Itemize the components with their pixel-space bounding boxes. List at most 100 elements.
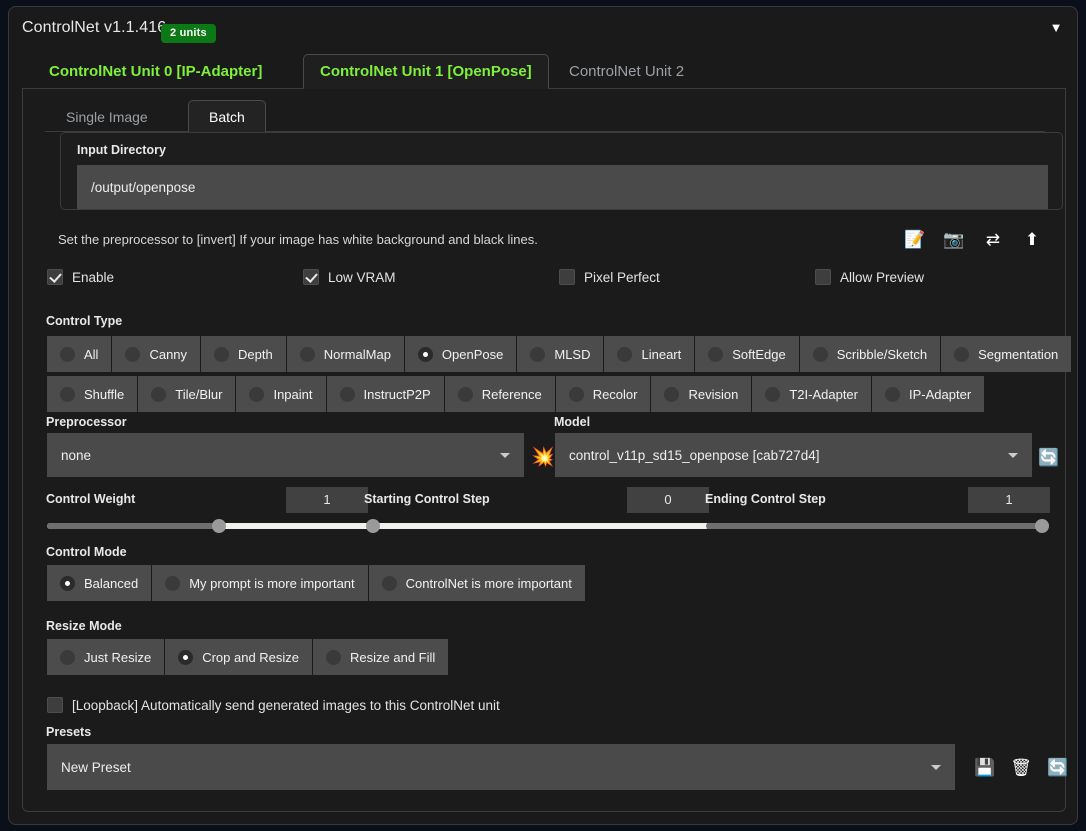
panel-header: ControlNet v1.1.416 2 units ▼ <box>9 7 1077 51</box>
radio-label: InstructP2P <box>363 386 431 402</box>
slider-thumb[interactable] <box>1035 519 1049 533</box>
control-type-reference[interactable]: Reference <box>444 376 555 412</box>
unit-body: Single Image Batch Input Directory Set t… <box>22 89 1072 812</box>
radio-dot <box>708 346 724 362</box>
control-mode-row: Balanced My prompt is more important Contr… <box>47 565 585 601</box>
control-type-mlsd[interactable]: MLSD <box>517 336 604 372</box>
ending-control-step-slider[interactable] <box>706 519 1049 533</box>
tab-batch[interactable]: Batch <box>188 100 266 133</box>
checkbox-loopback[interactable]: [Loopback] Automatically send generated … <box>47 697 500 713</box>
slider-fill <box>706 523 1049 529</box>
checkbox-low-vram[interactable]: Low VRAM <box>303 269 396 285</box>
control-type-depth[interactable]: Depth <box>201 336 286 372</box>
save-icon[interactable]: 💾 <box>974 757 996 779</box>
control-type-revision[interactable]: Revision <box>651 376 752 412</box>
radio-label: Segmentation <box>978 346 1059 362</box>
tab-single-image[interactable]: Single Image <box>45 100 169 133</box>
control-type-row-1: All Canny Depth NormalMap OpenPose MLSD Linear… <box>47 336 1072 372</box>
control-type-canny[interactable]: Canny <box>112 336 201 372</box>
checkbox-enable[interactable]: Enable <box>47 269 114 285</box>
input-directory-field[interactable] <box>77 165 1048 209</box>
presets-value: New Preset <box>61 759 131 775</box>
radio-label: MLSD <box>554 346 591 362</box>
option-checkbox-row: Enable Low VRAM Pixel Perfect Allow Prev… <box>23 269 1065 291</box>
slider-thumb[interactable] <box>366 519 380 533</box>
explosion-icon[interactable]: 💥 <box>531 447 555 469</box>
control-type-normalmap[interactable]: NormalMap <box>286 336 404 372</box>
preprocessor-dropdown[interactable]: none <box>47 433 524 477</box>
radio-dot <box>381 575 397 591</box>
radio-label: IP-Adapter <box>909 386 972 402</box>
tab-controlnet-unit-2[interactable]: ControlNet Unit 2 <box>552 54 701 89</box>
presets-dropdown[interactable]: New Preset <box>47 744 955 790</box>
unit-tab-strip: ControlNet Unit 0 [IP-Adapter] ControlNe… <box>22 54 1066 89</box>
starting-control-step-value[interactable] <box>627 487 709 513</box>
slider-thumb[interactable] <box>211 519 226 533</box>
preprocessor-hint: Set the preprocessor to [invert] If your… <box>58 232 538 247</box>
control-mode-balanced[interactable]: Balanced <box>47 565 152 601</box>
control-mode-controlnet-is-more-important[interactable]: ControlNet is more important <box>368 565 585 601</box>
control-type-ip-adapter[interactable]: IP-Adapter <box>872 376 985 412</box>
radio-dot <box>60 346 75 362</box>
camera-icon[interactable]: 📷 <box>943 229 965 251</box>
trash-icon[interactable]: 🗑 <box>1010 757 1032 779</box>
control-type-openpose[interactable]: OpenPose <box>404 336 517 372</box>
resize-mode-crop-and-resize[interactable]: Crop and Resize <box>165 639 313 675</box>
upload-arrow-icon[interactable]: ⬆ <box>1021 229 1043 251</box>
tab-controlnet-unit-1[interactable]: ControlNet Unit 1 [OpenPose] <box>303 54 549 89</box>
refresh-icon[interactable]: 🔄 <box>1047 757 1069 779</box>
tab-controlnet-unit-0[interactable]: ControlNet Unit 0 [IP-Adapter] <box>32 54 279 89</box>
control-type-inpaint[interactable]: Inpaint <box>236 376 326 412</box>
control-type-recolor[interactable]: Recolor <box>555 376 651 412</box>
swap-icon[interactable]: ⇄ <box>982 229 1004 251</box>
control-type-t2i-adapter[interactable]: T2I-Adapter <box>752 376 871 412</box>
input-directory-group: Input Directory <box>60 132 1063 210</box>
radio-label: Lineart <box>641 346 682 362</box>
resize-mode-resize-and-fill[interactable]: Resize and Fill <box>313 639 449 675</box>
presets-label: Presets <box>46 725 92 739</box>
radio-dot <box>151 386 167 402</box>
radio-label: Inpaint <box>273 386 313 402</box>
model-dropdown[interactable]: control_v11p_sd15_openpose [cab727d4] <box>555 433 1032 477</box>
radio-label: NormalMap <box>323 346 391 362</box>
radio-dot <box>60 649 75 665</box>
ending-control-step-value[interactable] <box>968 487 1050 513</box>
refresh-model-icon[interactable]: 🔄 <box>1038 447 1060 469</box>
radio-label: My prompt is more important <box>189 575 355 591</box>
caret-down-icon[interactable]: ▼ <box>1047 19 1065 37</box>
control-type-softedge[interactable]: SoftEdge <box>695 336 799 372</box>
control-type-all[interactable]: All <box>47 336 112 372</box>
control-type-segmentation[interactable]: Segmentation <box>941 336 1072 372</box>
checkbox-label: [Loopback] Automatically send generated … <box>72 697 500 713</box>
radio-dot <box>125 346 141 362</box>
radio-dot <box>60 386 75 402</box>
radio-dot <box>568 386 584 402</box>
control-type-lineart[interactable]: Lineart <box>604 336 695 372</box>
radio-dot <box>457 386 473 402</box>
control-type-label: Control Type <box>46 314 123 328</box>
radio-dot <box>765 386 781 402</box>
radio-dot <box>530 346 546 362</box>
control-weight-value[interactable] <box>286 487 368 513</box>
checkbox-pixel-perfect[interactable]: Pixel Perfect <box>559 269 660 285</box>
radio-label: Recolor <box>592 386 638 402</box>
control-type-instructp2p[interactable]: InstructP2P <box>326 376 444 412</box>
radio-dot <box>339 386 355 402</box>
model-label: Model <box>554 415 591 429</box>
starting-control-step-slider[interactable] <box>366 519 709 533</box>
edit-note-icon[interactable]: 📝 <box>904 229 926 251</box>
control-type-tile-blur[interactable]: Tile/Blur <box>138 376 236 412</box>
mode-tab-strip: Single Image Batch <box>45 100 1045 133</box>
checkbox-label: Pixel Perfect <box>584 269 660 285</box>
control-type-shuffle[interactable]: Shuffle <box>47 376 138 412</box>
slider-track <box>366 523 709 529</box>
checkbox-box <box>815 269 831 285</box>
radio-dot <box>326 649 342 665</box>
resize-mode-just-resize[interactable]: Just Resize <box>47 639 165 675</box>
control-type-scribble-sketch[interactable]: Scribble/Sketch <box>799 336 941 372</box>
control-mode-my-prompt-is-more-important[interactable]: My prompt is more important <box>152 565 368 601</box>
controlnet-panel: ControlNet v1.1.416 2 units ▼ ControlNet… <box>8 6 1078 825</box>
control-weight-slider[interactable] <box>47 519 390 533</box>
checkbox-label: Allow Preview <box>840 269 925 285</box>
checkbox-allow-preview[interactable]: Allow Preview <box>815 269 924 285</box>
